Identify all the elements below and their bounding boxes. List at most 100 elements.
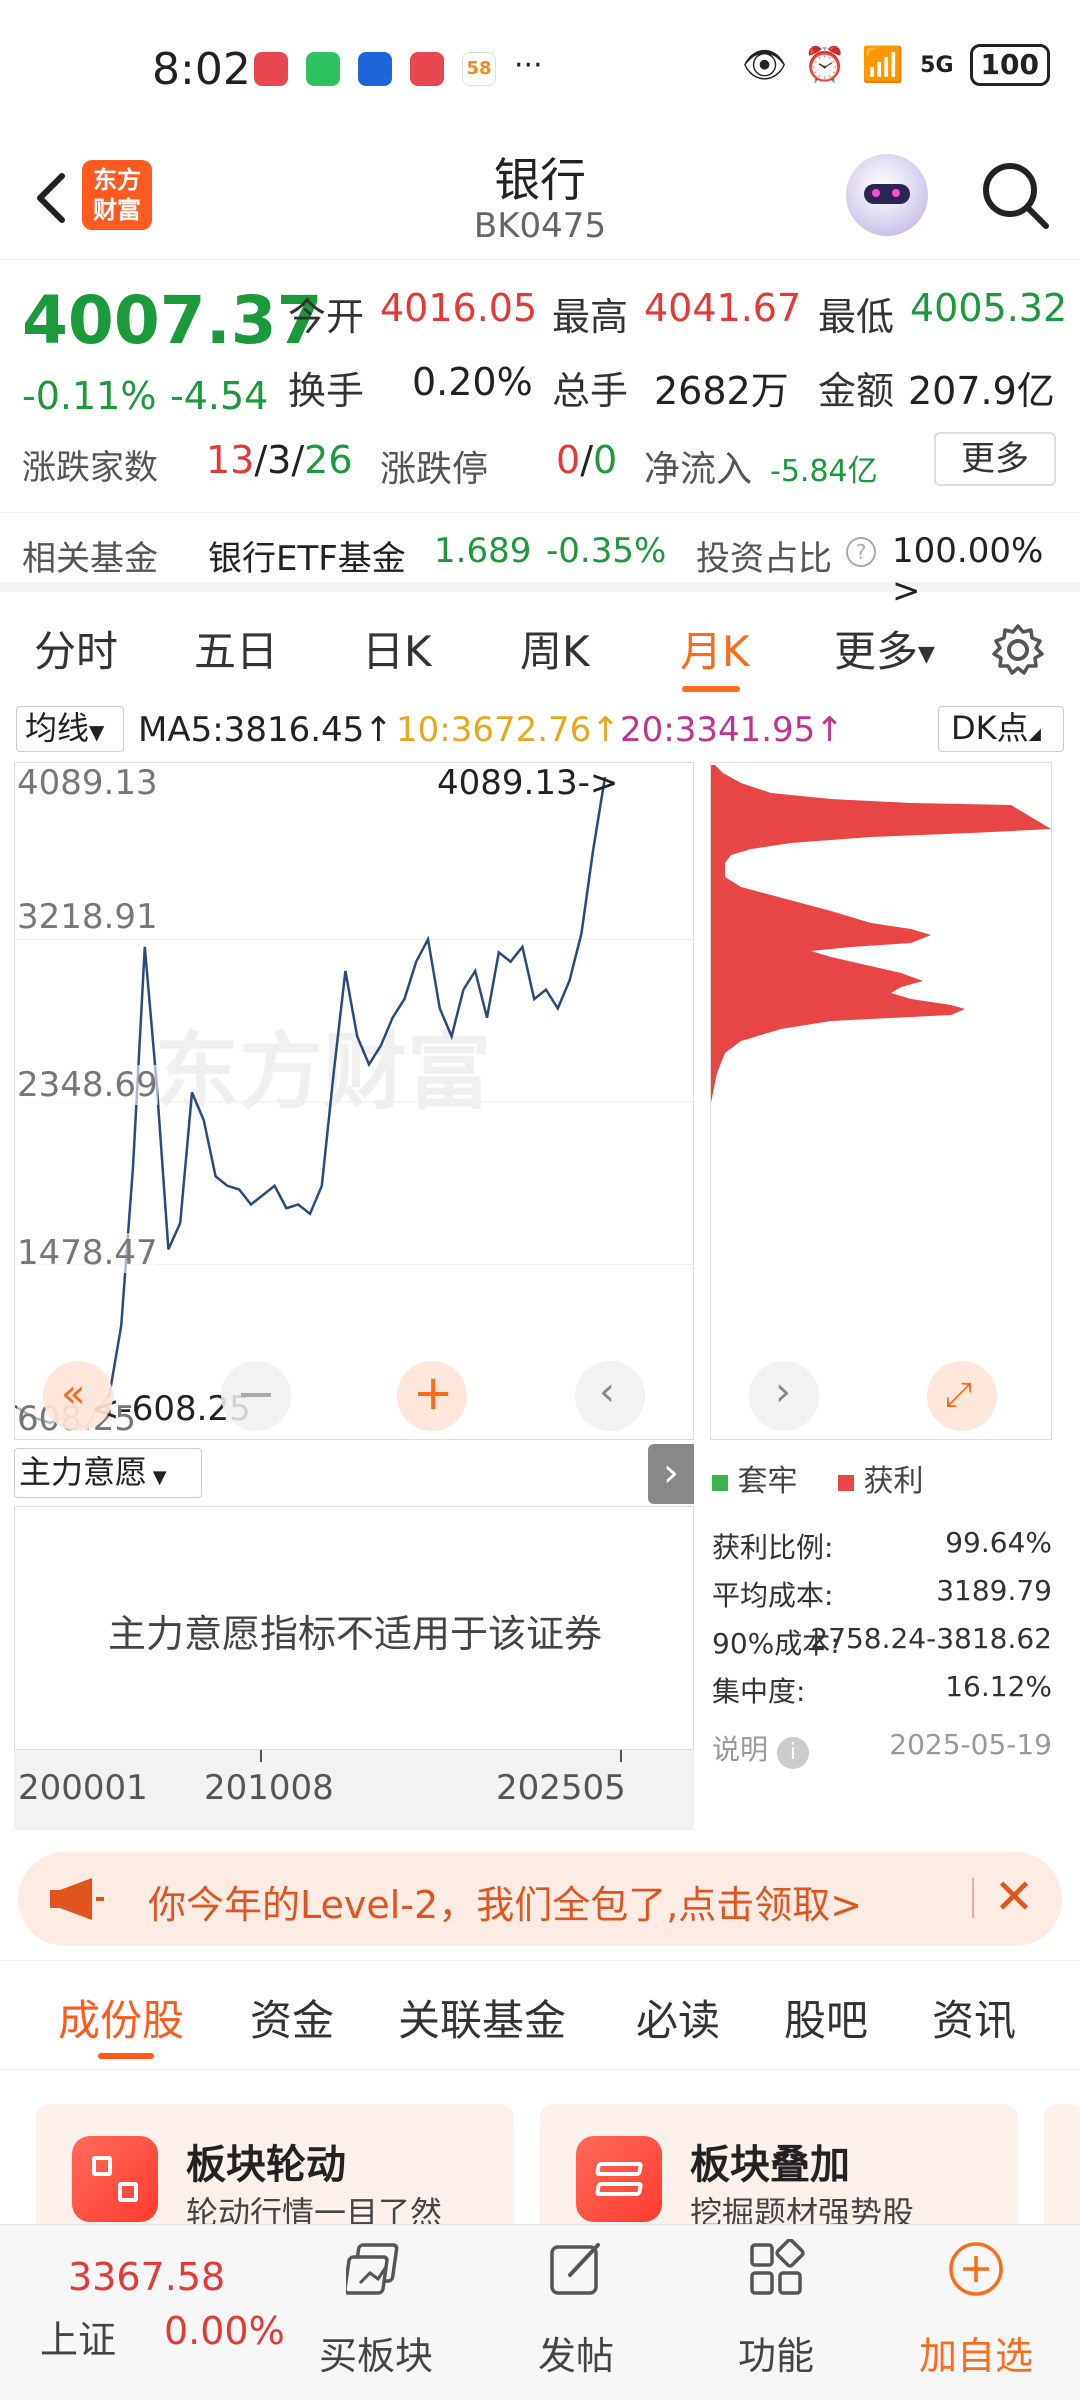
collapse-handle[interactable]: ›: [648, 1444, 694, 1504]
index-quote[interactable]: 3367.58 上证 0.00%: [0, 2225, 285, 2401]
netflow-label: 净流入: [644, 449, 753, 490]
fund-price: 1.689: [434, 531, 532, 571]
tab-more[interactable]: 更多▼: [834, 618, 935, 679]
x-tick-0: 200001: [18, 1768, 148, 1808]
tab-news[interactable]: 资讯: [932, 1987, 1016, 2048]
k-line-chart[interactable]: 东方财富 4089.13 3218.91 2348.69 1478.47 608…: [14, 762, 695, 1440]
ma20-value: 20:3341.95↑: [620, 710, 844, 750]
buy-sector-button[interactable]: 买板块: [276, 2225, 476, 2401]
turnover-label: 换手: [288, 369, 365, 413]
amount-label: 金额: [818, 369, 895, 413]
volume-value: 2682万: [654, 369, 789, 413]
ratio-label: 投资占比: [696, 539, 832, 579]
zoom-out-button[interactable]: [221, 1361, 291, 1431]
post-button[interactable]: 发帖: [476, 2225, 676, 2401]
cost90-row: 90%成本: 2758.24-3818.62: [712, 1622, 1052, 1660]
fund-label: 相关基金: [22, 539, 158, 579]
profit-ratio-row: 获利比例: 99.64%: [712, 1526, 1052, 1564]
dk-point-button[interactable]: DK点◢: [938, 706, 1064, 752]
tab-forum[interactable]: 股吧: [784, 1987, 868, 2048]
rotation-icon: [72, 2136, 158, 2222]
open-label: 今开: [288, 295, 365, 339]
card-title: 板块叠加: [690, 2142, 850, 2188]
scroll-right-button[interactable]: ›: [749, 1361, 819, 1431]
y-tick-1: 3218.91: [17, 897, 158, 937]
function-button[interactable]: 功能: [676, 2225, 876, 2401]
search-icon[interactable]: [976, 156, 1056, 236]
index-change: 0.00%: [164, 2309, 285, 2353]
y-tick-3: 1478.47: [17, 1233, 158, 1273]
promo-banner[interactable]: 你今年的Level-2，我们全包了,点击领取> ✕: [18, 1852, 1062, 1946]
dropdown-caret-icon: ▼: [918, 642, 935, 667]
add-circle-icon: [949, 2242, 1003, 2296]
amount-value: 207.9亿: [908, 369, 1055, 413]
indicator-selector[interactable]: 主力意愿 ▼: [14, 1448, 202, 1498]
low-label: 最低: [818, 295, 895, 339]
high-label: 最高: [552, 295, 629, 339]
active-tab-underline: [682, 686, 740, 692]
status-right: 👁 ⏰ 📶 5G 100: [742, 44, 1050, 86]
ma-row: 均线▼ MA5:3816.45↑ 10:3672.76↑ 20:3341.95↑…: [0, 702, 1080, 756]
ma10-value: 10:3672.76↑: [396, 710, 620, 750]
robot-assistant-icon[interactable]: [846, 154, 928, 236]
help-icon[interactable]: ?: [846, 537, 876, 567]
chevron-right-icon: ›: [775, 1369, 791, 1415]
gear-icon[interactable]: [990, 622, 1046, 678]
fund-change: -0.35%: [546, 531, 667, 571]
huawei-app-icon: [254, 52, 288, 86]
max-label: 4089.13->: [437, 763, 619, 803]
change-amount: -4.54: [170, 374, 269, 418]
chip-svg: [711, 765, 1051, 1103]
expand-button[interactable]: ⤢: [927, 1361, 997, 1431]
close-icon[interactable]: ✕: [984, 1862, 1044, 1932]
open-value: 4016.05: [380, 286, 538, 330]
ma5-value: MA5:3816.45↑: [138, 710, 393, 750]
netflow-value: -5.84亿: [770, 454, 878, 489]
alarm-icon: ⏰: [803, 45, 846, 85]
x-axis: 200001 201008 202505: [14, 1750, 694, 1830]
note-row: 说明 i 2025-05-19: [712, 1728, 1052, 1769]
info-icon[interactable]: i: [776, 1737, 809, 1769]
watermark: 东方财富: [155, 1023, 491, 1121]
related-fund-row[interactable]: 相关基金 银行ETF基金 1.689 -0.35% 投资占比 ? 100.00%…: [0, 512, 1080, 611]
status-time: 8:02: [152, 44, 251, 95]
tab-weekly-k[interactable]: 周K: [520, 618, 590, 679]
tab-related-funds[interactable]: 关联基金: [398, 1987, 566, 2048]
tab-capital[interactable]: 资金: [250, 1987, 334, 2048]
add-watchlist-button[interactable]: 加自选: [876, 2225, 1076, 2401]
legend-trapped: 套牢: [712, 1456, 798, 1500]
plus-icon: +: [413, 1365, 454, 1421]
chevron-left-icon: ‹: [599, 1369, 615, 1415]
section-tabs: 成份股 资金 关联基金 必读 股吧 资讯: [0, 1960, 1080, 2070]
x-tick-1: 201008: [204, 1768, 334, 1808]
zoom-in-button[interactable]: +: [397, 1361, 467, 1431]
header: 东方财富 银行 BK0475: [0, 140, 1080, 260]
tab-components[interactable]: 成份股: [58, 1987, 184, 2048]
tab-five-day[interactable]: 五日: [194, 618, 278, 679]
expand-icon: ⤢: [945, 1375, 973, 1415]
eye-icon: 👁: [741, 45, 788, 86]
tab-daily-k[interactable]: 日K: [362, 618, 432, 679]
scroll-left-fast-button[interactable]: «: [43, 1361, 113, 1431]
robot-app-icon: [358, 52, 392, 86]
status-more: ···: [514, 48, 543, 83]
network-label: 5G: [920, 52, 954, 78]
edit-icon: [550, 2243, 600, 2295]
scroll-left-button[interactable]: ‹: [575, 1361, 645, 1431]
section-tab-underline: [98, 2053, 154, 2059]
double-chevron-left-icon: «: [61, 1371, 86, 1417]
turnover-value: 0.20%: [412, 360, 533, 404]
y-tick-2: 2348.69: [17, 1065, 158, 1105]
more-button[interactable]: 更多: [934, 432, 1056, 486]
tab-intraday[interactable]: 分时: [34, 618, 118, 679]
index-value: 3367.58: [68, 2255, 226, 2299]
tab-must-read[interactable]: 必读: [636, 1987, 720, 2048]
ma-selector[interactable]: 均线▼: [16, 706, 124, 752]
buy-sector-icon: [346, 2243, 399, 2295]
chip-distribution-chart[interactable]: › ⤢: [710, 762, 1052, 1440]
concentration-row: 集中度: 16.12%: [712, 1670, 1052, 1708]
high-value: 4041.67: [644, 286, 802, 330]
tab-monthly-k[interactable]: 月K: [680, 618, 750, 679]
chip-profile: [711, 765, 1051, 1103]
58-app-icon: 58: [462, 52, 496, 86]
